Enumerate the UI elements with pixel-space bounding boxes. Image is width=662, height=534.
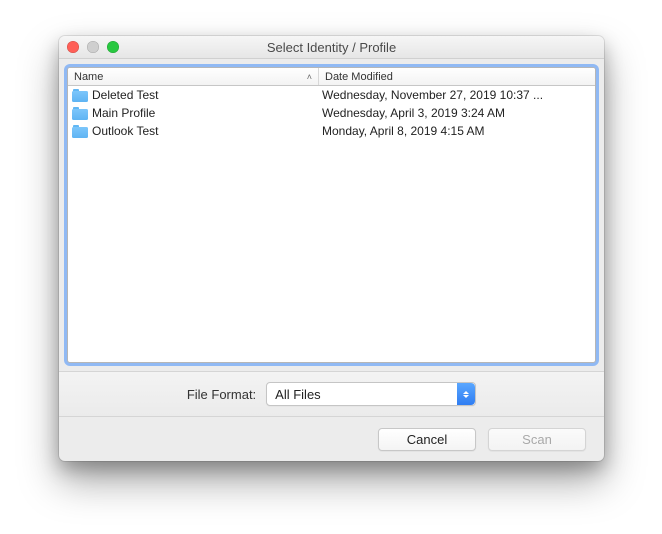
scan-button-label: Scan bbox=[522, 432, 552, 447]
column-header-name-label: Name bbox=[74, 71, 103, 83]
file-rows: Deleted Test Wednesday, November 27, 201… bbox=[68, 86, 595, 362]
cancel-button[interactable]: Cancel bbox=[378, 428, 476, 451]
folder-icon bbox=[72, 107, 88, 120]
minimize-icon bbox=[87, 41, 99, 53]
column-header-name[interactable]: Name ˄ bbox=[68, 68, 319, 85]
sort-ascending-icon: ˄ bbox=[307, 72, 312, 82]
file-date: Monday, April 8, 2019 4:15 AM bbox=[316, 124, 595, 138]
format-bar: File Format: All Files bbox=[59, 371, 604, 417]
list-item[interactable]: Main Profile Wednesday, April 3, 2019 3:… bbox=[68, 104, 595, 122]
window-title: Select Identity / Profile bbox=[267, 40, 396, 55]
column-header-row: Name ˄ Date Modified bbox=[68, 68, 595, 86]
folder-icon bbox=[72, 89, 88, 102]
file-format-value: All Files bbox=[275, 387, 321, 402]
dialog-window: Select Identity / Profile Name ˄ Date Mo… bbox=[59, 36, 604, 461]
file-format-label: File Format: bbox=[187, 387, 256, 402]
titlebar: Select Identity / Profile bbox=[59, 36, 604, 59]
cancel-button-label: Cancel bbox=[407, 432, 447, 447]
scan-button: Scan bbox=[488, 428, 586, 451]
file-date: Wednesday, April 3, 2019 3:24 AM bbox=[316, 106, 595, 120]
file-name: Main Profile bbox=[92, 106, 155, 120]
select-arrows-icon bbox=[457, 383, 475, 405]
button-bar: Cancel Scan bbox=[59, 417, 604, 461]
file-format-select[interactable]: All Files bbox=[266, 382, 476, 406]
column-header-date-label: Date Modified bbox=[325, 71, 393, 83]
file-list-pane: Name ˄ Date Modified Deleted Test Wednes… bbox=[67, 67, 596, 363]
file-name: Deleted Test bbox=[92, 88, 159, 102]
zoom-icon[interactable] bbox=[107, 41, 119, 53]
column-header-date[interactable]: Date Modified bbox=[319, 68, 595, 85]
file-date: Wednesday, November 27, 2019 10:37 ... bbox=[316, 88, 595, 102]
file-name: Outlook Test bbox=[92, 124, 158, 138]
traffic-lights bbox=[67, 41, 119, 53]
close-icon[interactable] bbox=[67, 41, 79, 53]
list-item[interactable]: Outlook Test Monday, April 8, 2019 4:15 … bbox=[68, 122, 595, 140]
list-item[interactable]: Deleted Test Wednesday, November 27, 201… bbox=[68, 86, 595, 104]
folder-icon bbox=[72, 125, 88, 138]
